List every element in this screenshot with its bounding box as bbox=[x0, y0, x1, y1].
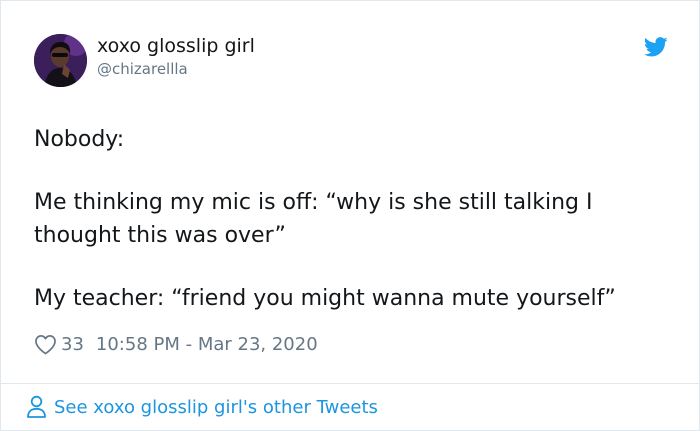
author-info[interactable]: xoxo glosslip girl @chizarellla bbox=[97, 35, 255, 78]
other-tweets-link-text[interactable]: See xoxo glosslip girl's other Tweets bbox=[54, 397, 378, 418]
author-display-name[interactable]: xoxo glosslip girl bbox=[97, 35, 255, 57]
tweet-line: Nobody: bbox=[34, 127, 125, 152]
person-icon bbox=[27, 395, 46, 418]
tweet-line: Me thinking my mic is off: “why is she s… bbox=[34, 190, 593, 215]
author-handle[interactable]: @chizarellla bbox=[97, 60, 255, 78]
tweet-meta: 33 10:58 PM - Mar 23, 2020 bbox=[34, 331, 318, 357]
twitter-bird-icon[interactable] bbox=[643, 37, 668, 57]
divider bbox=[1, 383, 699, 384]
tweet-line: My teacher: “friend you might wanna mute… bbox=[34, 286, 616, 311]
other-tweets-link[interactable]: See xoxo glosslip girl's other Tweets bbox=[26, 393, 378, 421]
tweet-card: xoxo glosslip girl @chizarellla Nobody: … bbox=[0, 0, 700, 431]
author-avatar[interactable] bbox=[34, 34, 87, 87]
tweet-line: thought this was over” bbox=[34, 223, 286, 248]
heart-icon[interactable] bbox=[34, 334, 57, 355]
tweet-body: Nobody: Me thinking my mic is off: “why … bbox=[34, 123, 684, 315]
tweet-timestamp[interactable]: 10:58 PM - Mar 23, 2020 bbox=[96, 334, 318, 355]
like-button[interactable]: 33 bbox=[34, 334, 84, 355]
avatar-image bbox=[34, 34, 87, 87]
like-count[interactable]: 33 bbox=[61, 334, 84, 355]
